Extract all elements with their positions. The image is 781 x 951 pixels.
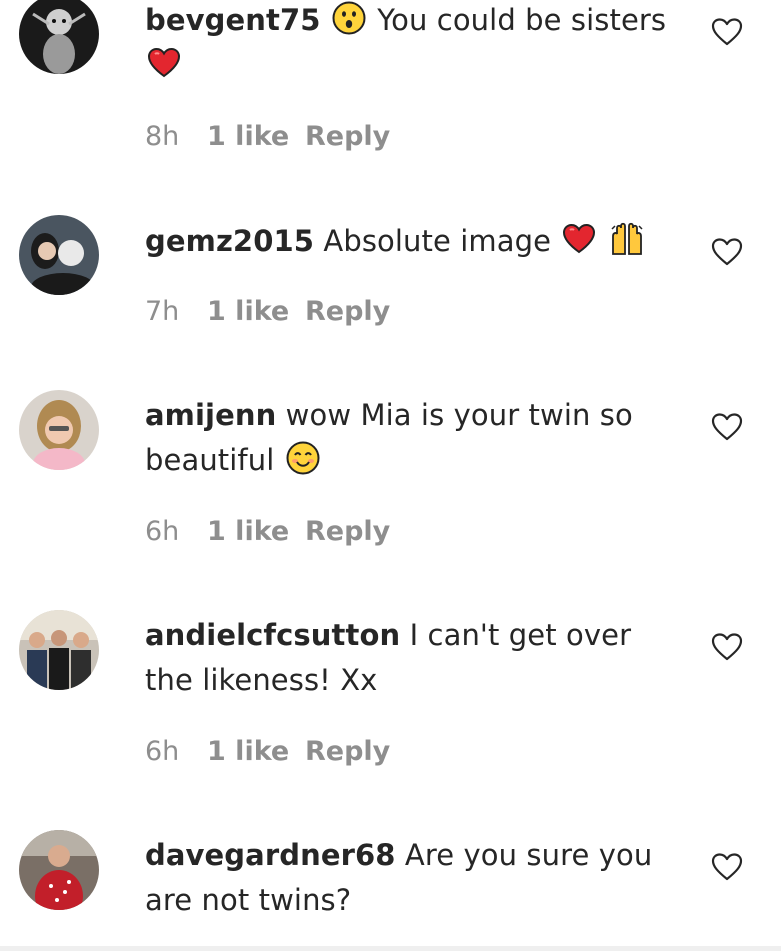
avatar[interactable] xyxy=(19,0,99,74)
comment-username[interactable]: gemz2015 xyxy=(145,224,314,258)
comment-likes[interactable]: 1 like xyxy=(207,736,305,767)
comment-body: Absolute image xyxy=(323,224,552,258)
comment-body: You could be sisters xyxy=(377,3,667,37)
raising-hands-emoji-icon xyxy=(610,222,644,256)
comment-text: andielcfcsutton I can't get over the lik… xyxy=(145,613,675,703)
avatar[interactable] xyxy=(19,215,99,295)
comment-likes[interactable]: 1 like xyxy=(207,296,305,327)
comment-text: davegardner68 Are you sure you are not t… xyxy=(145,833,675,923)
comment-meta: 6h 1 like Reply xyxy=(145,516,390,547)
comment-text: bevgent75 You could be sisters xyxy=(145,0,675,88)
avatar[interactable] xyxy=(19,610,99,690)
like-heart-icon[interactable] xyxy=(710,236,744,268)
avatar[interactable] xyxy=(19,390,99,470)
astonished-face-emoji-icon xyxy=(332,1,366,35)
smiling-face-emoji-icon xyxy=(286,441,320,475)
reply-button[interactable]: Reply xyxy=(305,296,390,327)
reply-button[interactable]: Reply xyxy=(305,736,390,767)
comment-meta: 7h 1 like Reply xyxy=(145,296,390,327)
comment-text: gemz2015 Absolute image xyxy=(145,219,675,264)
comment-likes[interactable]: 1 like xyxy=(207,121,305,152)
like-heart-icon[interactable] xyxy=(710,851,744,883)
comment-meta: 6h 1 like Reply xyxy=(145,736,390,767)
comment-time[interactable]: 8h xyxy=(145,121,207,152)
comment-time[interactable]: 6h xyxy=(145,516,207,547)
comment-likes[interactable]: 1 like xyxy=(207,516,305,547)
reply-button[interactable]: Reply xyxy=(305,516,390,547)
like-heart-icon[interactable] xyxy=(710,411,744,443)
avatar[interactable] xyxy=(19,830,99,910)
comment-meta: 8h 1 like Reply xyxy=(145,121,390,152)
comment-text: amijenn wow Mia is your twin so beautifu… xyxy=(145,393,675,483)
comment-username[interactable]: davegardner68 xyxy=(145,838,396,872)
divider xyxy=(0,946,781,951)
reply-button[interactable]: Reply xyxy=(305,121,390,152)
comment-username[interactable]: amijenn xyxy=(145,398,276,432)
like-heart-icon[interactable] xyxy=(710,16,744,48)
comment-time[interactable]: 7h xyxy=(145,296,207,327)
comment-time[interactable]: 6h xyxy=(145,736,207,767)
red-heart-emoji-icon xyxy=(147,46,181,80)
like-heart-icon[interactable] xyxy=(710,631,744,663)
comment-username[interactable]: bevgent75 xyxy=(145,3,321,37)
red-heart-emoji-icon xyxy=(562,222,596,256)
comment-username[interactable]: andielcfcsutton xyxy=(145,618,400,652)
